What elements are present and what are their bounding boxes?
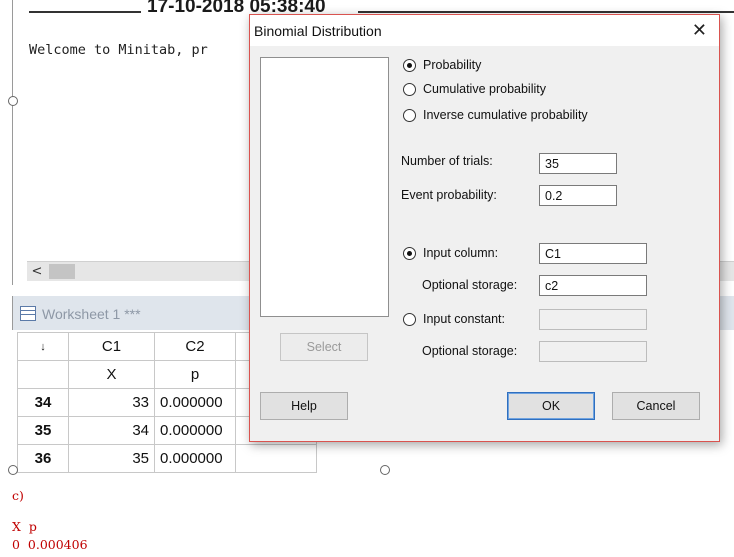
input-column-label: Input column: (423, 246, 499, 260)
ok-button[interactable]: OK (507, 392, 595, 420)
inverse-cumulative-option[interactable]: Inverse cumulative probability (403, 108, 588, 122)
resize-handle[interactable] (380, 465, 390, 475)
empty-cell[interactable] (235, 444, 317, 473)
column-header-c1[interactable]: C1 (68, 332, 155, 361)
input-column-field[interactable]: C1 (539, 243, 647, 264)
cell-c1[interactable]: 34 (68, 416, 155, 445)
row-number[interactable]: 36 (17, 444, 69, 473)
input-column-option[interactable]: Input column: (403, 246, 498, 260)
trials-input[interactable]: 35 (539, 153, 617, 174)
cumulative-option[interactable]: Cumulative probability (403, 82, 546, 96)
optional-storage-constant-label: Optional storage: (422, 344, 518, 358)
cancel-button[interactable]: Cancel (612, 392, 700, 420)
cell-c2[interactable]: 0.000000 (154, 416, 236, 445)
column-name-c2[interactable]: p (154, 360, 236, 389)
select-button[interactable]: Select (280, 333, 368, 361)
scrollbar-thumb[interactable] (49, 264, 75, 279)
optional-storage-constant-field[interactable] (539, 341, 647, 362)
cell-c1[interactable]: 33 (68, 388, 155, 417)
input-constant-option[interactable]: Input constant: (403, 312, 505, 326)
resize-handle[interactable] (8, 96, 18, 106)
cell-c1[interactable]: 35 (68, 444, 155, 473)
scroll-left-arrow-icon[interactable]: < (27, 262, 47, 281)
row-number[interactable]: 34 (17, 388, 69, 417)
help-button[interactable]: Help (260, 392, 348, 420)
optional-storage-field[interactable]: c2 (539, 275, 647, 296)
session-header-rule-right (358, 11, 734, 13)
probability-label: Probability (423, 58, 482, 72)
output-part-label: c) (12, 488, 24, 503)
optional-storage-label: Optional storage: (422, 278, 518, 292)
probability-option[interactable]: Probability (403, 58, 481, 72)
trials-label: Number of trials: (401, 154, 493, 168)
sort-arrow-icon[interactable]: ↓ (17, 332, 69, 361)
radio-input-constant[interactable] (403, 312, 416, 326)
input-constant-label: Input constant: (423, 312, 506, 326)
cell-c2[interactable]: 0.000000 (154, 444, 236, 473)
worksheet-title: Worksheet 1 *** (42, 306, 141, 322)
output-row: 0 0.000406 (12, 537, 88, 552)
radio-cumulative[interactable] (403, 82, 416, 96)
inverse-label: Inverse cumulative probability (423, 108, 588, 122)
cell-c2[interactable]: 0.000000 (154, 388, 236, 417)
resize-handle[interactable] (8, 465, 18, 475)
output-header: X p (12, 519, 37, 534)
input-constant-field[interactable] (539, 309, 647, 330)
table-row: 36 35 0.000000 (17, 444, 317, 473)
session-welcome-text: Welcome to Minitab, pr (29, 42, 208, 58)
variable-list[interactable] (260, 57, 389, 317)
radio-input-column[interactable] (403, 246, 416, 260)
event-probability-input[interactable]: 0.2 (539, 185, 617, 206)
worksheet-grid-icon (20, 306, 36, 321)
row-number[interactable]: 35 (17, 416, 69, 445)
cumulative-label: Cumulative probability (423, 82, 546, 96)
binomial-distribution-dialog: Binomial Distribution ✕ Select Probabili… (249, 14, 720, 442)
column-name-c1[interactable]: X (68, 360, 155, 389)
column-header-c2[interactable]: C2 (154, 332, 236, 361)
dialog-title: Binomial Distribution (254, 23, 382, 39)
dialog-titlebar[interactable]: Binomial Distribution ✕ (250, 15, 719, 46)
close-icon[interactable]: ✕ (692, 20, 707, 41)
radio-inverse[interactable] (403, 108, 416, 122)
event-probability-label: Event probability: (401, 188, 497, 202)
radio-probability[interactable] (403, 58, 416, 72)
session-header-rule-left (29, 11, 141, 13)
row-header-blank (17, 360, 69, 389)
